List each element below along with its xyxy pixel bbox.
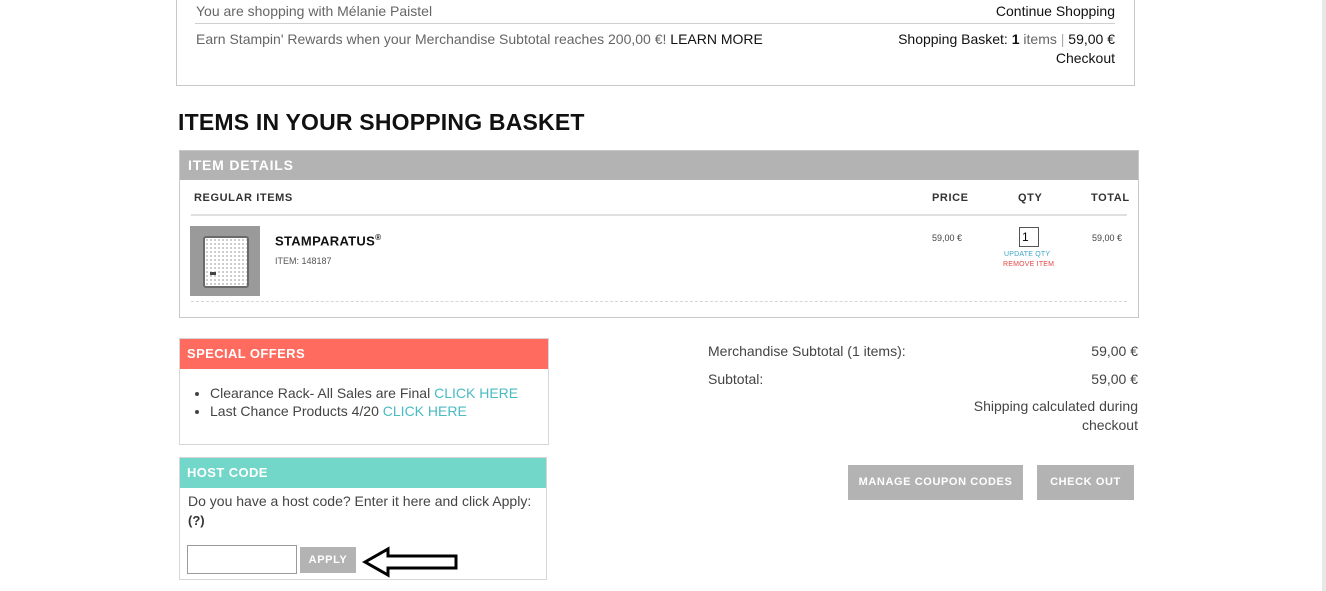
merchandise-subtotal-label: Merchandise Subtotal (1 items): (708, 343, 906, 359)
apply-button[interactable]: APPLY (300, 547, 356, 573)
shipping-note: Shipping calculated during checkout (973, 398, 1138, 433)
product-total: 59,00 € (1092, 233, 1123, 243)
last-chance-click-here-link[interactable]: CLICK HERE (383, 403, 467, 419)
row-divider (191, 301, 1127, 302)
subtotal-label: Subtotal: (708, 371, 764, 387)
learn-more-link[interactable]: LEARN MORE (670, 31, 763, 47)
basket-summary[interactable]: Shopping Basket: 1 items | 59,00 € (898, 31, 1115, 47)
update-qty-link[interactable]: UPDATE QTY (1004, 251, 1050, 258)
product-item-number: ITEM: 148187 (275, 256, 332, 266)
host-code-help-link[interactable]: (?) (188, 513, 205, 528)
column-total: TOTAL (1091, 192, 1130, 204)
page-title: ITEMS IN YOUR SHOPPING BASKET (178, 109, 585, 135)
host-code-input[interactable] (187, 545, 297, 574)
rewards-message: Earn Stampin' Rewards when your Merchand… (196, 31, 667, 47)
check-out-button[interactable]: CHECK OUT (1037, 465, 1134, 500)
subtotal-value: 59,00 € (1091, 371, 1138, 387)
host-code-prompt: Do you have a host code? Enter it here a… (188, 493, 532, 509)
list-item: Last Chance Products 4/20 CLICK HERE (210, 402, 518, 420)
merchandise-subtotal-value: 59,00 € (1091, 343, 1138, 359)
checkout-link[interactable]: Checkout (1056, 50, 1115, 66)
shopping-with-text: You are shopping with Mélanie Paistel (196, 3, 433, 19)
product-thumbnail[interactable] (190, 226, 260, 296)
manage-coupon-codes-button[interactable]: MANAGE COUPON CODES (848, 465, 1023, 500)
continue-shopping-link[interactable]: Continue Shopping (996, 3, 1115, 19)
basket-count: 1 (1011, 31, 1020, 47)
column-regular-items: REGULAR ITEMS (194, 192, 293, 204)
quantity-input[interactable] (1019, 227, 1039, 247)
product-name-text: STAMPARATUS (275, 233, 376, 249)
column-price: PRICE (932, 192, 969, 204)
product-image-tag (210, 272, 216, 275)
trademark-symbol: ® (375, 233, 382, 242)
scrollbar[interactable] (1322, 0, 1326, 591)
offer-text: Last Chance Products 4/20 (210, 403, 379, 419)
item-details-panel: ITEM DETAILS REGULAR ITEMS PRICE QTY TOT… (179, 150, 1139, 318)
product-name[interactable]: STAMPARATUS® (275, 233, 381, 248)
item-details-header: ITEM DETAILS (180, 151, 1138, 180)
arrow-left-icon (362, 546, 458, 578)
list-item: Clearance Rack- All Sales are Final CLIC… (210, 384, 518, 402)
offers-list: Clearance Rack- All Sales are Final CLIC… (192, 384, 518, 420)
host-code-header: HOST CODE (180, 458, 546, 488)
column-qty: QTY (1018, 192, 1043, 204)
basket-items-word: items (1023, 31, 1057, 47)
shopper-info-bar: You are shopping with Mélanie Paistel Co… (176, 0, 1135, 86)
special-offers-header: SPECIAL OFFERS (180, 339, 548, 369)
header-rule (191, 214, 1127, 216)
separator: | (1060, 31, 1065, 47)
special-offers-panel: SPECIAL OFFERS Clearance Rack- All Sales… (179, 338, 549, 445)
offer-text: Clearance Rack- All Sales are Final (210, 385, 431, 401)
remove-item-link[interactable]: REMOVE ITEM (1003, 261, 1054, 268)
divider (195, 23, 1115, 24)
basket-label: Shopping Basket: (898, 31, 1008, 47)
stamparatus-image (203, 236, 249, 288)
clearance-click-here-link[interactable]: CLICK HERE (434, 385, 518, 401)
basket-total: 59,00 € (1068, 31, 1115, 47)
product-price: 59,00 € (932, 233, 963, 243)
rewards-text: Earn Stampin' Rewards when your Merchand… (196, 31, 763, 47)
